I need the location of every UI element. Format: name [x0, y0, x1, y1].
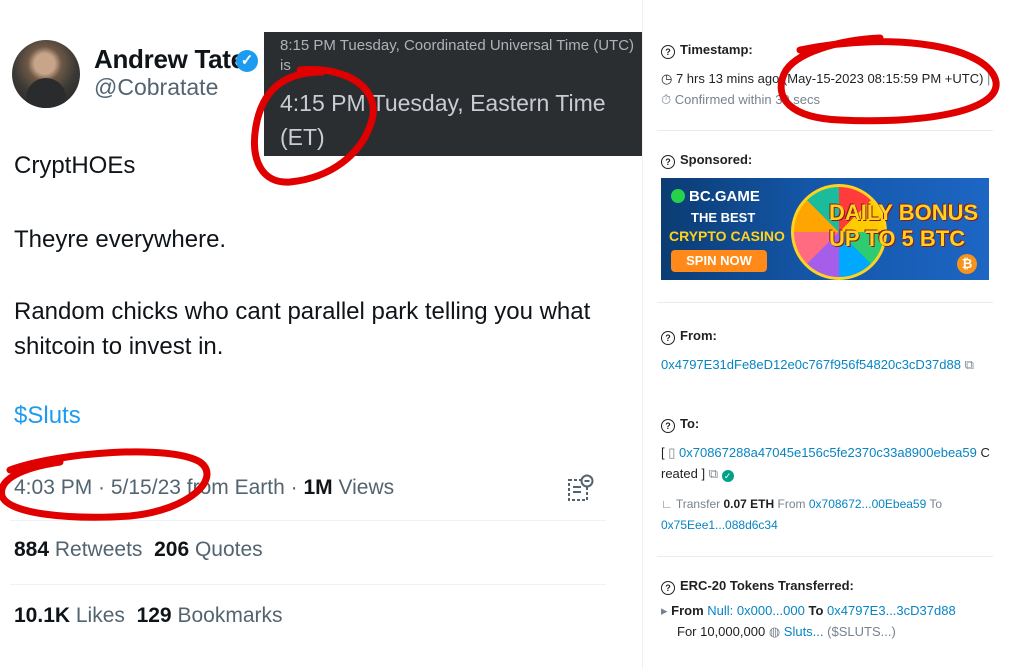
verified-check-icon: ✓: [721, 470, 734, 482]
author-handle[interactable]: @Cobratate: [94, 74, 218, 101]
copy-icon[interactable]: ⧉: [709, 466, 718, 481]
banner-tagline: THE BEST: [691, 210, 756, 225]
tweet-text-line: Theyre everywhere.: [14, 226, 227, 253]
bitcoin-icon: ₿: [957, 254, 977, 274]
analytics-icon[interactable]: [566, 474, 594, 504]
divider: [657, 556, 993, 557]
bcgame-logo: BC.GAME: [671, 188, 760, 205]
quotes-label[interactable]: Quotes: [189, 538, 263, 561]
transfer-to-link[interactable]: 0x75Eee1...088d6c34: [661, 518, 778, 532]
timestamp-value: ◷ 7 hrs 13 mins ago (May-15-2023 08:15:5…: [661, 71, 991, 107]
likes-count[interactable]: 10.1K: [14, 604, 70, 627]
token-link[interactable]: Sluts...: [784, 624, 824, 639]
to-address: [ ▯ 0x70867288a47045e156c5fe2370c33a8900…: [661, 445, 990, 482]
banner-casino: CRYPTO CASINO: [669, 228, 785, 244]
tweet-meta: 4:03 PM · 5/15/23 from Earth · 1M Views: [14, 476, 394, 500]
from-label: ? From:: [661, 328, 717, 345]
avatar[interactable]: [12, 40, 80, 108]
tweet-text-line: CryptHOEs: [14, 152, 136, 179]
banner-headline: DAILY BONUS UP TO 5 BTC: [829, 200, 979, 251]
erc20-label: ? ERC-20 Tokens Transferred:: [661, 578, 854, 595]
tooltip-et-line: 4:15 PM Tuesday, Eastern Time (ET): [280, 90, 606, 150]
erc20-from-link[interactable]: Null: 0x000...000: [707, 603, 805, 618]
from-address-link[interactable]: 0x4797E31dFe8eD12e0c767f956f54820c3cD37d…: [661, 357, 961, 372]
clock-icon: ◷: [661, 71, 673, 86]
timestamp-label: ? Timestamp:: [661, 42, 753, 59]
to-label: ? To:: [661, 416, 699, 433]
author-name[interactable]: Andrew Tate: [94, 44, 245, 75]
copy-icon[interactable]: ⧉: [965, 357, 974, 372]
retweets-label[interactable]: Retweets: [49, 538, 143, 561]
token-icon: ◍: [768, 624, 781, 639]
divider: [10, 520, 606, 521]
contract-icon: ▯: [668, 445, 676, 460]
retweet-quote-stats: 884 Retweets 206 Quotes: [14, 538, 263, 562]
help-icon[interactable]: ?: [661, 45, 675, 59]
bookmarks-label[interactable]: Bookmarks: [172, 604, 282, 627]
internal-transfer: ∟ Transfer 0.07 ETH From 0x708672...00Eb…: [661, 497, 943, 532]
erc20-to-link[interactable]: 0x4797E3...3cD37d88: [827, 603, 956, 618]
tweet-text-line: Random chicks who cant parallel park tel…: [14, 298, 591, 360]
views-label: Views: [332, 476, 395, 499]
bookmarks-count[interactable]: 129: [137, 604, 172, 627]
help-icon[interactable]: ?: [661, 581, 675, 595]
help-icon[interactable]: ?: [661, 155, 675, 169]
divider: [657, 130, 993, 131]
spin-now-button[interactable]: SPIN NOW: [671, 250, 767, 272]
views-count: 1M: [303, 476, 333, 499]
transfer-amount: 0.07 ETH: [723, 497, 775, 511]
transaction-details-panel: ? Timestamp: ◷ 7 hrs 13 mins ago (May-15-…: [642, 0, 1014, 669]
timezone-tooltip: 8:15 PM Tuesday, Coordinated Universal T…: [264, 32, 648, 156]
transfer-from-link[interactable]: 0x708672...00Ebea59: [809, 497, 926, 511]
erc20-transfer: ▸ From Null: 0x000...000 To 0x4797E3...3…: [661, 603, 956, 618]
to-address-link[interactable]: 0x70867288a47045e156c5fe2370c33a8900ebea…: [679, 445, 977, 460]
tweet-timestamp[interactable]: 4:03 PM · 5/15/23 from Earth ·: [14, 476, 303, 499]
erc20-amount: For 10,000,000 ◍ Sluts... ($SLUTS...): [677, 624, 896, 639]
retweets-count[interactable]: 884: [14, 538, 49, 561]
help-icon[interactable]: ?: [661, 331, 675, 345]
stopwatch-icon: ⏱: [661, 92, 672, 107]
divider: [10, 584, 606, 585]
sponsored-banner[interactable]: BC.GAME THE BEST CRYPTO CASINO SPIN NOW …: [661, 178, 989, 280]
tooltip-utc-line: 8:15 PM Tuesday, Coordinated Universal T…: [280, 37, 635, 74]
help-icon[interactable]: ?: [661, 419, 675, 433]
verified-badge-icon: ✓: [236, 50, 258, 72]
quotes-count[interactable]: 206: [154, 538, 189, 561]
divider: [657, 302, 993, 303]
likes-label[interactable]: Likes: [70, 604, 125, 627]
sponsored-label: ? Sponsored:: [661, 152, 752, 169]
like-bookmark-stats: 10.1K Likes 129 Bookmarks: [14, 604, 283, 628]
from-address: 0x4797E31dFe8eD12e0c767f956f54820c3cD37d…: [661, 354, 989, 375]
cashtag-link[interactable]: $Sluts: [14, 402, 81, 430]
